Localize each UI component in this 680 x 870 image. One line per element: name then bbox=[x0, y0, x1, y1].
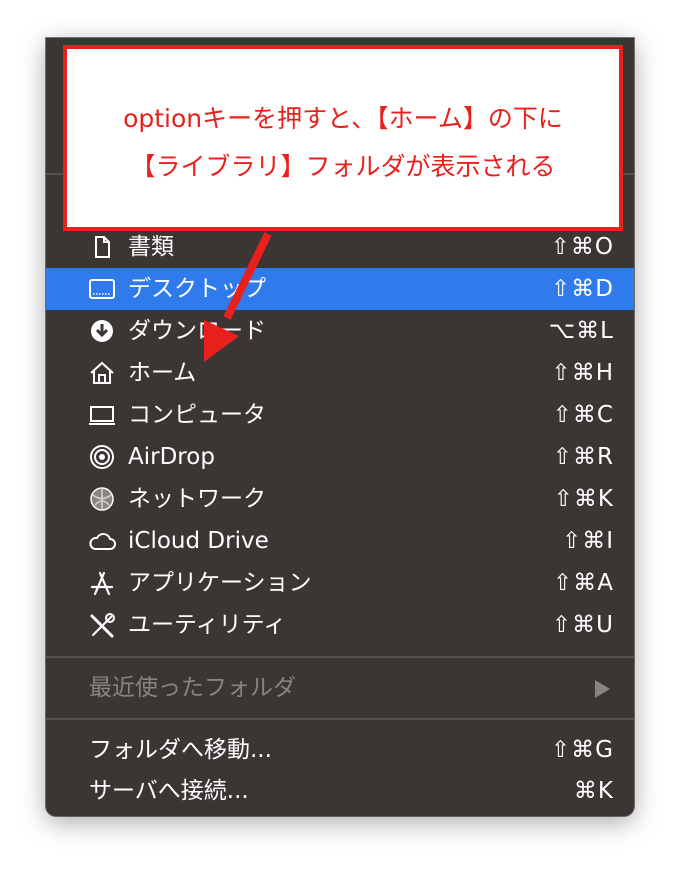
menu-item-shortcut: ⇧⌘O bbox=[550, 234, 614, 260]
menu-item-label: サーバへ接続... bbox=[89, 778, 249, 804]
menu-item-label: ホーム bbox=[128, 360, 197, 386]
menu-item-shortcut: ⇧⌘R bbox=[552, 444, 614, 470]
desktop-icon bbox=[87, 276, 117, 302]
annotation-line-1: optionキーを押すと、【ホーム】の下に bbox=[123, 104, 563, 133]
annotation-line-2: 【ライブラリ】フォルダが表示される bbox=[130, 152, 556, 181]
applications-icon bbox=[87, 570, 117, 596]
menu-item-airdrop[interactable]: AirDrop ⇧⌘R bbox=[46, 436, 634, 478]
menu-item-recent-folders[interactable]: 最近使ったフォルダ bbox=[46, 667, 634, 709]
document-icon bbox=[87, 234, 117, 260]
menu-item-label: アプリケーション bbox=[128, 570, 312, 596]
menu-item-shortcut: ⌘K bbox=[573, 778, 614, 804]
menu-separator bbox=[46, 718, 634, 720]
menu-item-computer[interactable]: コンピュータ ⇧⌘C bbox=[46, 394, 634, 436]
menu-item-label: ネットワーク bbox=[128, 486, 266, 512]
menu-item-icloud-drive[interactable]: iCloud Drive ⇧⌘I bbox=[46, 520, 634, 562]
menu-item-label: ダウンロード bbox=[128, 318, 266, 344]
menu-item-label: iCloud Drive bbox=[128, 528, 269, 554]
menu-item-connect-to-server[interactable]: サーバへ接続... ⌘K bbox=[46, 770, 634, 812]
menu-item-shortcut: ⌥⌘L bbox=[548, 318, 614, 344]
menu-item-downloads[interactable]: ダウンロード ⌥⌘L bbox=[46, 310, 634, 352]
menu-item-shortcut: ⇧⌘A bbox=[552, 570, 614, 596]
network-icon bbox=[87, 486, 117, 512]
menu-item-utilities[interactable]: ユーティリティ ⇧⌘U bbox=[46, 604, 634, 646]
menu-item-desktop[interactable]: デスクトップ ⇧⌘D bbox=[46, 268, 634, 310]
computer-icon bbox=[87, 402, 117, 428]
menu-item-shortcut: ⇧⌘K bbox=[553, 486, 614, 512]
home-icon bbox=[87, 360, 117, 386]
menu-item-go-to-folder[interactable]: フォルダへ移動... ⇧⌘G bbox=[46, 729, 634, 771]
utilities-icon bbox=[87, 612, 117, 638]
menu-item-shortcut: ⇧⌘U bbox=[551, 612, 614, 638]
menu-item-home[interactable]: ホーム ⇧⌘H bbox=[46, 352, 634, 394]
menu-item-shortcut: ⇧⌘I bbox=[561, 528, 614, 554]
menu-item-applications[interactable]: アプリケーション ⇧⌘A bbox=[46, 562, 634, 604]
menu-item-label: 最近使ったフォルダ bbox=[89, 675, 296, 701]
menu-item-label: AirDrop bbox=[128, 444, 215, 470]
menu-item-documents[interactable]: 書類 ⇧⌘O bbox=[46, 226, 634, 268]
menu-item-label: フォルダへ移動... bbox=[89, 737, 272, 763]
menu-separator bbox=[46, 656, 634, 658]
menu-item-label: コンピュータ bbox=[128, 402, 266, 428]
cloud-icon bbox=[87, 528, 117, 554]
menu-item-shortcut: ⇧⌘H bbox=[551, 360, 614, 386]
menu-item-shortcut: ⇧⌘C bbox=[552, 402, 614, 428]
annotation-callout: optionキーを押すと、【ホーム】の下に 【ライブラリ】フォルダが表示される bbox=[63, 45, 623, 231]
menu-item-network[interactable]: ネットワーク ⇧⌘K bbox=[46, 478, 634, 520]
submenu-arrow-icon bbox=[595, 680, 610, 698]
menu-item-shortcut: ⇧⌘G bbox=[550, 737, 614, 763]
menu-item-shortcut: ⇧⌘D bbox=[551, 276, 614, 302]
menu-item-label: デスクトップ bbox=[128, 276, 266, 302]
download-icon bbox=[87, 318, 117, 344]
menu-item-label: ユーティリティ bbox=[128, 612, 287, 638]
menu-item-label: 書類 bbox=[128, 234, 174, 260]
airdrop-icon bbox=[87, 444, 117, 470]
